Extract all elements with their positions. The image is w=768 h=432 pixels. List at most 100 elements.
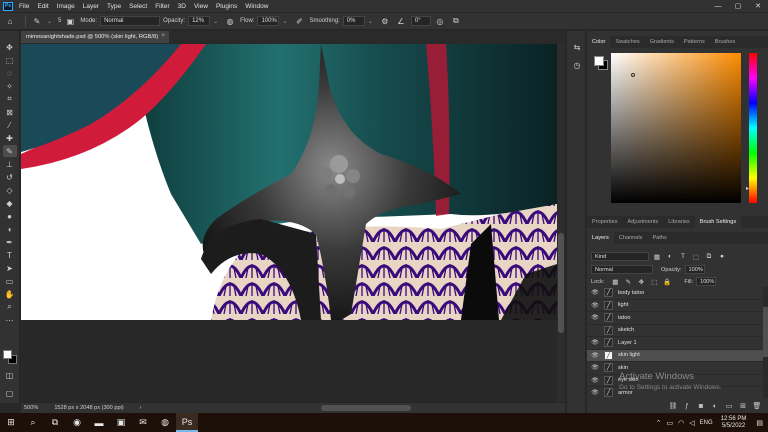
blend-mode-select[interactable]: Normal bbox=[591, 265, 653, 274]
tab-properties[interactable]: Properties bbox=[587, 216, 623, 228]
layer-mask-icon[interactable]: ◙ bbox=[696, 403, 706, 410]
brush-panel-icon[interactable]: ▣ bbox=[64, 15, 76, 27]
lock-artboard-icon[interactable]: ⬚ bbox=[649, 277, 659, 287]
type-tool-icon[interactable]: T bbox=[3, 249, 17, 261]
lock-pixels-icon[interactable]: ✎ bbox=[623, 277, 633, 287]
lock-transparent-icon[interactable]: ▦ bbox=[610, 277, 620, 287]
visibility-eye-icon[interactable]: 👁 bbox=[590, 314, 600, 321]
pressure-size-icon[interactable]: ◎ bbox=[434, 15, 446, 27]
eraser-tool-icon[interactable]: ◇ bbox=[3, 184, 17, 196]
lock-all-icon[interactable]: 🔒 bbox=[662, 277, 672, 287]
layer-style-icon[interactable]: ƒ bbox=[682, 403, 692, 410]
minimize-button[interactable]: — bbox=[708, 0, 728, 12]
zoom-tool-icon[interactable]: ⌕ bbox=[3, 301, 17, 313]
tab-gradients[interactable]: Gradients bbox=[645, 36, 679, 48]
quick-select-tool-icon[interactable]: ✧ bbox=[3, 80, 17, 92]
paint-bucket-tool-icon[interactable]: ◆ bbox=[3, 197, 17, 209]
pressure-opacity-icon[interactable]: ◍ bbox=[224, 15, 236, 27]
layers-scrollbar[interactable] bbox=[763, 287, 768, 398]
search-icon[interactable]: ⌕ bbox=[22, 413, 44, 432]
lock-position-icon[interactable]: ✥ bbox=[636, 277, 646, 287]
chrome-icon[interactable]: ◍ bbox=[154, 413, 176, 432]
layer-filter-select[interactable]: Kind bbox=[591, 252, 649, 261]
filter-type-icon[interactable]: T bbox=[678, 252, 688, 262]
chevron-down-icon[interactable]: ⌄ bbox=[282, 18, 287, 25]
opacity-field[interactable]: 12% bbox=[188, 16, 211, 26]
tab-libraries[interactable]: Libraries bbox=[663, 216, 694, 228]
menu-filter[interactable]: Filter bbox=[155, 3, 169, 10]
chevron-right-icon[interactable]: › bbox=[140, 405, 142, 411]
brush-size-value[interactable]: 5 bbox=[58, 18, 61, 24]
chevron-down-icon[interactable]: ⌄ bbox=[213, 18, 218, 25]
filter-shape-icon[interactable]: ⬚ bbox=[691, 252, 701, 262]
menu-image[interactable]: Image bbox=[57, 3, 75, 10]
airbrush-icon[interactable]: ✐ bbox=[293, 15, 305, 27]
chevron-down-icon[interactable]: ⌄ bbox=[368, 18, 373, 25]
artwork-canvas[interactable] bbox=[21, 44, 557, 320]
screen-mode-icon[interactable]: ▢ bbox=[3, 387, 17, 399]
edge-browser-icon[interactable]: ◉ bbox=[66, 413, 88, 432]
tab-adjustments[interactable]: Adjustments bbox=[623, 216, 664, 228]
layer-row[interactable]: 👁 ╱ body tatoo bbox=[587, 287, 763, 300]
chevron-up-icon[interactable]: ⌃ bbox=[656, 419, 662, 427]
home-icon[interactable]: ⌂ bbox=[4, 15, 16, 27]
mode-select[interactable]: Normal bbox=[100, 16, 161, 26]
hue-slider-marker[interactable]: ▸ bbox=[746, 185, 749, 192]
marquee-tool-icon[interactable]: ⬚ bbox=[3, 54, 17, 66]
color-picker-field[interactable] bbox=[611, 53, 741, 203]
photoshop-taskbar-icon[interactable]: Ps bbox=[176, 413, 198, 432]
filter-toggle-icon[interactable]: ● bbox=[717, 252, 727, 262]
visibility-eye-icon[interactable]: 👁 bbox=[590, 377, 600, 384]
actions-icon[interactable]: ⇆ bbox=[571, 41, 583, 53]
volume-icon[interactable]: ◁ bbox=[689, 419, 694, 427]
pen-tool-icon[interactable]: ✒ bbox=[3, 236, 17, 248]
visibility-eye-icon[interactable]: 👁 bbox=[590, 389, 600, 396]
frame-tool-icon[interactable]: ⊠ bbox=[3, 106, 17, 118]
menu-file[interactable]: File bbox=[19, 3, 29, 10]
crop-tool-icon[interactable]: ⌗ bbox=[3, 93, 17, 105]
new-layer-icon[interactable]: ⊞ bbox=[738, 402, 748, 410]
visibility-eye-icon[interactable]: 👁 bbox=[590, 339, 600, 346]
chevron-down-icon[interactable]: ⌄ bbox=[47, 18, 52, 25]
file-explorer-icon[interactable]: ▬ bbox=[88, 413, 110, 432]
tab-color[interactable]: Color bbox=[587, 36, 611, 48]
language-indicator[interactable]: ENG bbox=[700, 420, 713, 426]
visibility-eye-icon[interactable]: 👁 bbox=[590, 289, 600, 296]
task-view-icon[interactable]: ⧉ bbox=[44, 413, 66, 432]
link-layers-icon[interactable]: ⛓ bbox=[668, 402, 678, 410]
tab-layers[interactable]: Layers bbox=[587, 232, 614, 244]
canvas-vertical-scrollbar[interactable] bbox=[557, 43, 565, 402]
tab-patterns[interactable]: Patterns bbox=[679, 36, 710, 48]
menu-3d[interactable]: 3D bbox=[178, 3, 186, 10]
quick-mask-icon[interactable]: ◫ bbox=[3, 369, 17, 381]
delete-layer-icon[interactable]: 🗑 bbox=[752, 402, 762, 410]
scrollbar-thumb[interactable] bbox=[763, 307, 768, 357]
windows-start-icon[interactable]: ⊞ bbox=[0, 413, 22, 432]
new-group-icon[interactable]: ▭ bbox=[724, 402, 734, 410]
more-tools-icon[interactable]: ⋯ bbox=[3, 314, 17, 326]
history-brush-tool-icon[interactable]: ↺ bbox=[3, 171, 17, 183]
adjustment-layer-icon[interactable]: ◐ bbox=[710, 403, 720, 410]
tab-channels[interactable]: Channels bbox=[614, 232, 648, 244]
layer-row-selected[interactable]: 👁 ╱ skin light bbox=[587, 349, 763, 362]
canvas-horizontal-scrollbar[interactable] bbox=[321, 405, 411, 411]
clock[interactable]: 12:56 PM 5/5/2022 bbox=[721, 416, 747, 430]
menu-view[interactable]: View bbox=[194, 3, 208, 10]
scrollbar-thumb[interactable] bbox=[558, 233, 564, 333]
wifi-icon[interactable]: ◠ bbox=[678, 419, 684, 427]
filter-adjustment-icon[interactable]: ◐ bbox=[665, 252, 675, 262]
layer-opacity-field[interactable]: 100% bbox=[684, 265, 705, 274]
hand-tool-icon[interactable]: ✋ bbox=[3, 288, 17, 300]
tab-brushes[interactable]: Brushes bbox=[710, 36, 741, 48]
layer-fill-field[interactable]: 100% bbox=[696, 277, 717, 286]
move-tool-icon[interactable]: ✥ bbox=[3, 41, 17, 53]
notifications-icon[interactable]: ▤ bbox=[756, 419, 763, 427]
menu-window[interactable]: Window bbox=[245, 3, 268, 10]
history-icon[interactable]: ◷ bbox=[571, 59, 583, 71]
network-icon[interactable]: ▭ bbox=[667, 419, 674, 427]
foreground-color-swatch[interactable] bbox=[3, 350, 12, 359]
tab-swatches[interactable]: Swatches bbox=[610, 36, 644, 48]
visibility-eye-icon[interactable]: 👁 bbox=[590, 352, 600, 359]
layer-row[interactable]: ╱ sketch bbox=[587, 325, 763, 337]
filter-smart-object-icon[interactable]: ⧉ bbox=[704, 252, 714, 262]
